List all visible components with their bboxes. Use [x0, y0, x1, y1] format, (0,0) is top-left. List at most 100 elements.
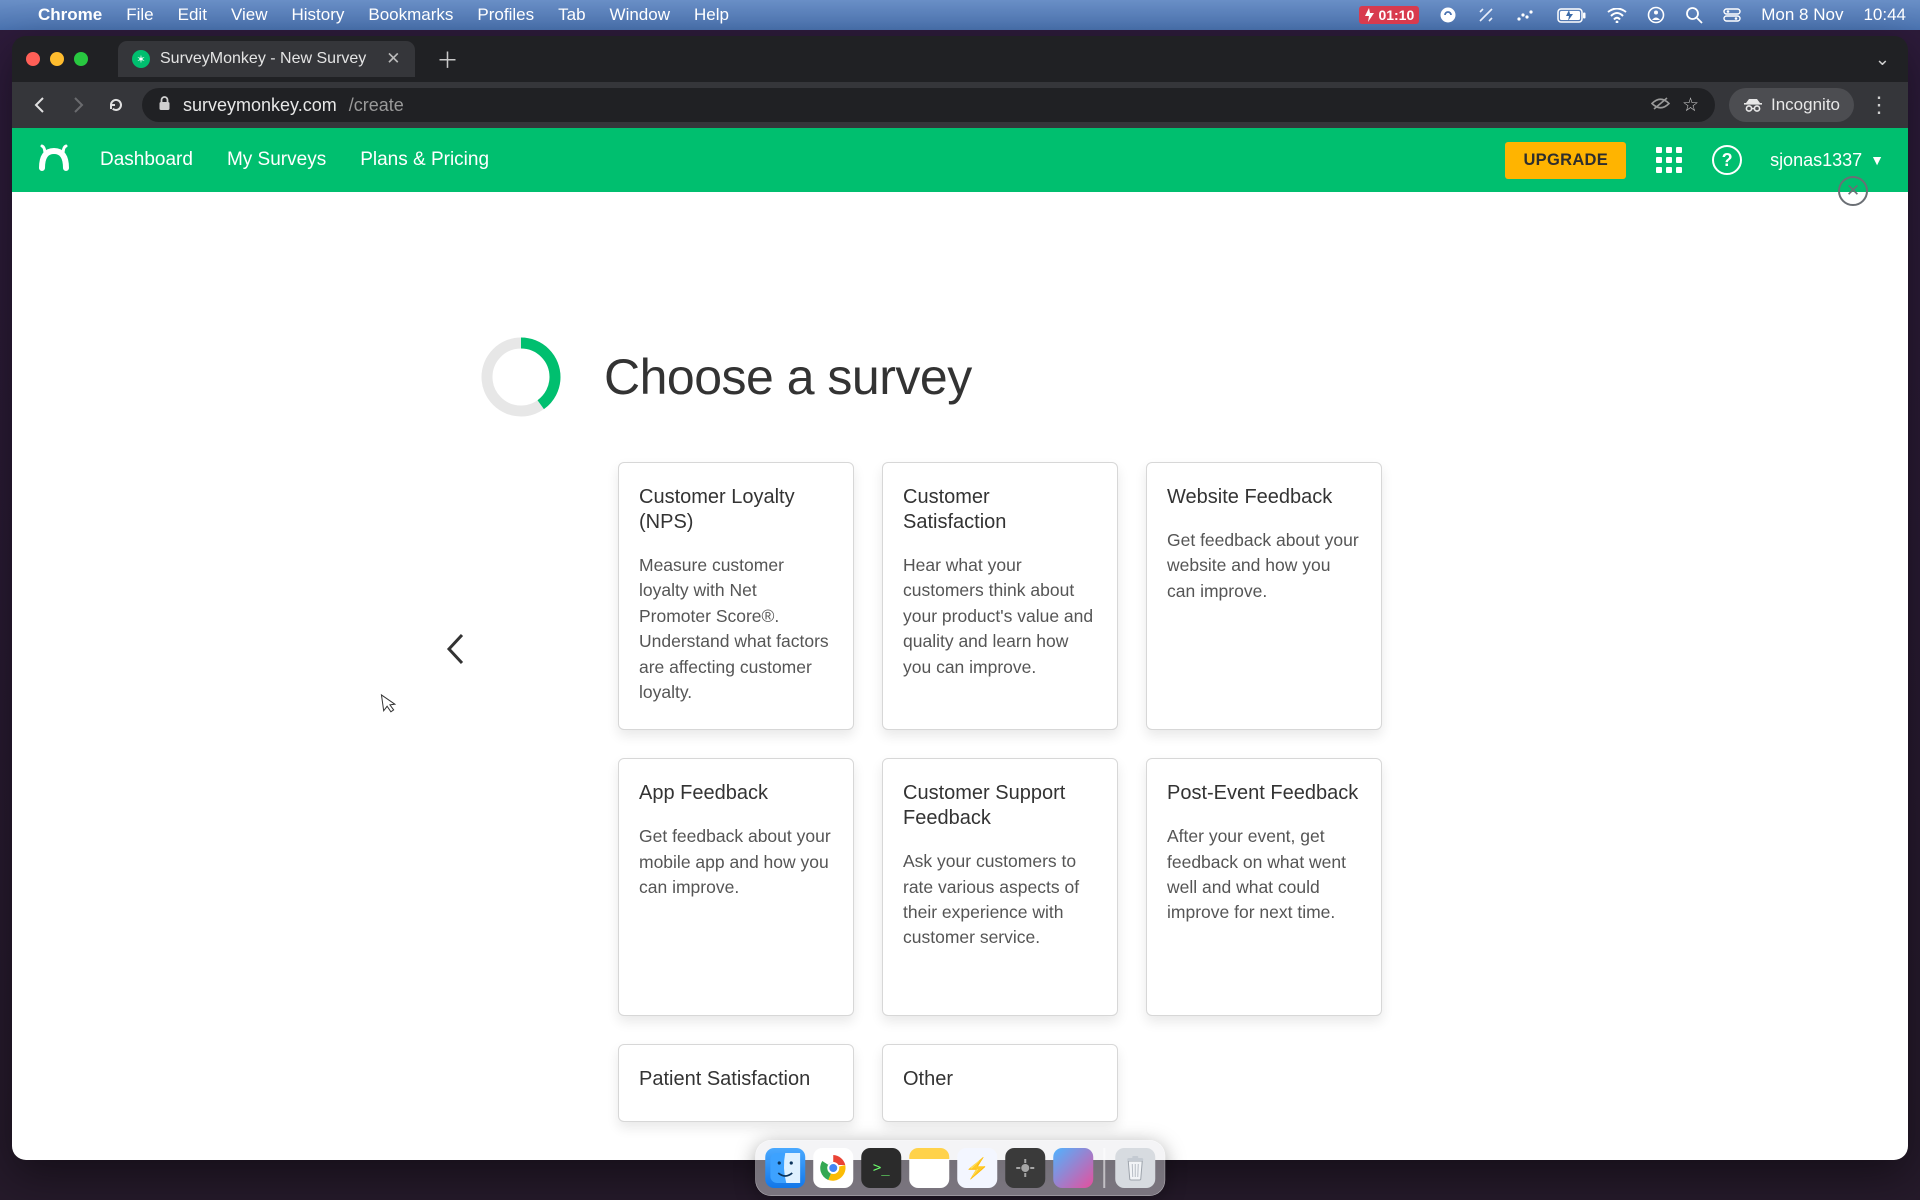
dock-terminal-icon[interactable]: >_	[861, 1148, 901, 1188]
card-desc: Get feedback about your mobile app and h…	[639, 824, 833, 900]
favicon-icon: ✶	[132, 50, 150, 68]
incognito-badge[interactable]: Incognito	[1729, 88, 1854, 122]
dock-notes-icon[interactable]	[909, 1148, 949, 1188]
spotlight-icon[interactable]	[1685, 6, 1703, 24]
battery-icon[interactable]	[1557, 8, 1587, 23]
upgrade-button[interactable]: UPGRADE	[1505, 142, 1626, 179]
card-desc: Measure customer loyalty with Net Promot…	[639, 553, 833, 705]
menubar-item[interactable]: Window	[610, 5, 670, 25]
dock-app-icon[interactable]: ⚡	[957, 1148, 997, 1188]
menubar-item[interactable]: Edit	[178, 5, 207, 25]
new-tab-button[interactable]: ＋	[429, 43, 467, 75]
incognito-icon	[1743, 98, 1763, 112]
menubar-item[interactable]: Help	[694, 5, 729, 25]
wifi-icon[interactable]	[1607, 8, 1627, 23]
dock-app-icon[interactable]	[1053, 1148, 1093, 1188]
card-title: Customer Satisfaction	[903, 485, 1097, 535]
lock-icon	[158, 96, 171, 115]
nav-dashboard[interactable]: Dashboard	[100, 149, 193, 171]
macos-menubar: Chrome File Edit View History Bookmarks …	[0, 0, 1920, 30]
page-content: Choose a survey Customer Loyalty (NPS) M…	[12, 192, 1908, 1160]
menubar-item[interactable]: History	[291, 5, 344, 25]
menubar-date[interactable]: Mon 8 Nov	[1761, 5, 1843, 25]
menubar-item[interactable]: Tab	[558, 5, 585, 25]
window-close-button[interactable]	[26, 52, 40, 66]
reload-button[interactable]	[104, 93, 128, 117]
window-minimize-button[interactable]	[50, 52, 64, 66]
page-viewport: Dashboard My Surveys Plans & Pricing UPG…	[12, 128, 1908, 1160]
status-icon[interactable]	[1477, 6, 1495, 24]
surveymonkey-logo-icon[interactable]	[36, 143, 72, 177]
dock-finder-icon[interactable]	[765, 1148, 805, 1188]
survey-card-event[interactable]: Post-Event Feedback After your event, ge…	[1146, 758, 1382, 1016]
address-bar[interactable]: surveymonkey.com/create ☆	[142, 88, 1715, 122]
menubar-item[interactable]: View	[231, 5, 268, 25]
bookmark-star-icon[interactable]: ☆	[1682, 94, 1699, 117]
battery-timer-badge[interactable]: 01:10	[1359, 6, 1419, 24]
menubar-app-name[interactable]: Chrome	[38, 5, 102, 25]
survey-type-grid: Customer Loyalty (NPS) Measure customer …	[618, 462, 1382, 1122]
card-title: Other	[903, 1067, 1097, 1092]
tab-strip: ✶ SurveyMonkey - New Survey ✕ ＋ ⌄	[12, 36, 1908, 82]
dock-app-icon[interactable]	[1005, 1148, 1045, 1188]
page-title: Choose a survey	[604, 348, 972, 406]
survey-card-patient[interactable]: Patient Satisfaction	[618, 1044, 854, 1122]
tracking-icon[interactable]	[1651, 95, 1670, 116]
address-path: /create	[349, 95, 404, 116]
survey-card-app[interactable]: App Feedback Get feedback about your mob…	[618, 758, 854, 1016]
card-title: Website Feedback	[1167, 485, 1361, 510]
status-icon[interactable]	[1439, 6, 1457, 24]
username: sjonas1337	[1770, 150, 1862, 171]
tab-title: SurveyMonkey - New Survey	[160, 50, 366, 68]
window-controls	[26, 52, 88, 66]
address-domain: surveymonkey.com	[183, 95, 337, 116]
status-icon[interactable]	[1647, 6, 1665, 24]
card-title: Customer Loyalty (NPS)	[639, 485, 833, 535]
menubar-item[interactable]: Profiles	[477, 5, 534, 25]
window-zoom-button[interactable]	[74, 52, 88, 66]
app-launcher-icon[interactable]	[1654, 145, 1684, 175]
menubar-item[interactable]: File	[126, 5, 153, 25]
menubar-time[interactable]: 10:44	[1863, 5, 1906, 25]
card-title: Patient Satisfaction	[639, 1067, 833, 1092]
dock-chrome-icon[interactable]	[813, 1148, 853, 1188]
tab-close-button[interactable]: ✕	[386, 49, 400, 69]
dock-separator	[1103, 1148, 1105, 1188]
browser-toolbar: surveymonkey.com/create ☆ Incognito ⋮	[12, 82, 1908, 128]
card-title: App Feedback	[639, 781, 833, 806]
back-arrow-button[interactable]	[432, 632, 478, 666]
site-header: Dashboard My Surveys Plans & Pricing UPG…	[12, 128, 1908, 192]
status-icon[interactable]	[1515, 7, 1537, 23]
dock-trash-icon[interactable]	[1115, 1148, 1155, 1188]
card-desc: Ask your customers to rate various aspec…	[903, 849, 1097, 951]
survey-card-nps[interactable]: Customer Loyalty (NPS) Measure customer …	[618, 462, 854, 730]
card-desc: Hear what your customers think about you…	[903, 553, 1097, 680]
nav-back-button[interactable]	[28, 93, 52, 117]
battery-timer: 01:10	[1378, 7, 1414, 23]
menubar-item[interactable]: Bookmarks	[368, 5, 453, 25]
card-title: Post-Event Feedback	[1167, 781, 1361, 806]
progress-ring-icon	[480, 336, 562, 418]
survey-card-other[interactable]: Other	[882, 1044, 1118, 1122]
survey-card-website[interactable]: Website Feedback Get feedback about your…	[1146, 462, 1382, 730]
nav-my-surveys[interactable]: My Surveys	[227, 149, 326, 171]
mouse-cursor-icon	[378, 691, 400, 720]
control-center-icon[interactable]	[1723, 8, 1741, 22]
browser-tab[interactable]: ✶ SurveyMonkey - New Survey ✕	[118, 41, 415, 77]
incognito-label: Incognito	[1771, 95, 1840, 115]
browser-window: ✶ SurveyMonkey - New Survey ✕ ＋ ⌄ survey…	[12, 36, 1908, 1160]
card-desc: After your event, get feedback on what w…	[1167, 824, 1361, 926]
nav-plans-pricing[interactable]: Plans & Pricing	[360, 149, 489, 171]
user-menu[interactable]: sjonas1337 ▼	[1770, 150, 1884, 171]
card-title: Customer Support Feedback	[903, 781, 1097, 831]
browser-menu-button[interactable]: ⋮	[1868, 92, 1892, 118]
tabs-dropdown-icon[interactable]: ⌄	[1875, 49, 1908, 70]
site-nav: Dashboard My Surveys Plans & Pricing	[100, 149, 489, 171]
nav-forward-button[interactable]	[66, 93, 90, 117]
help-button[interactable]: ?	[1712, 145, 1742, 175]
survey-card-csat[interactable]: Customer Satisfaction Hear what your cus…	[882, 462, 1118, 730]
survey-card-support[interactable]: Customer Support Feedback Ask your custo…	[882, 758, 1118, 1016]
card-desc: Get feedback about your website and how …	[1167, 528, 1361, 604]
macos-dock: >_ ⚡	[755, 1140, 1165, 1196]
chevron-down-icon: ▼	[1870, 152, 1884, 168]
